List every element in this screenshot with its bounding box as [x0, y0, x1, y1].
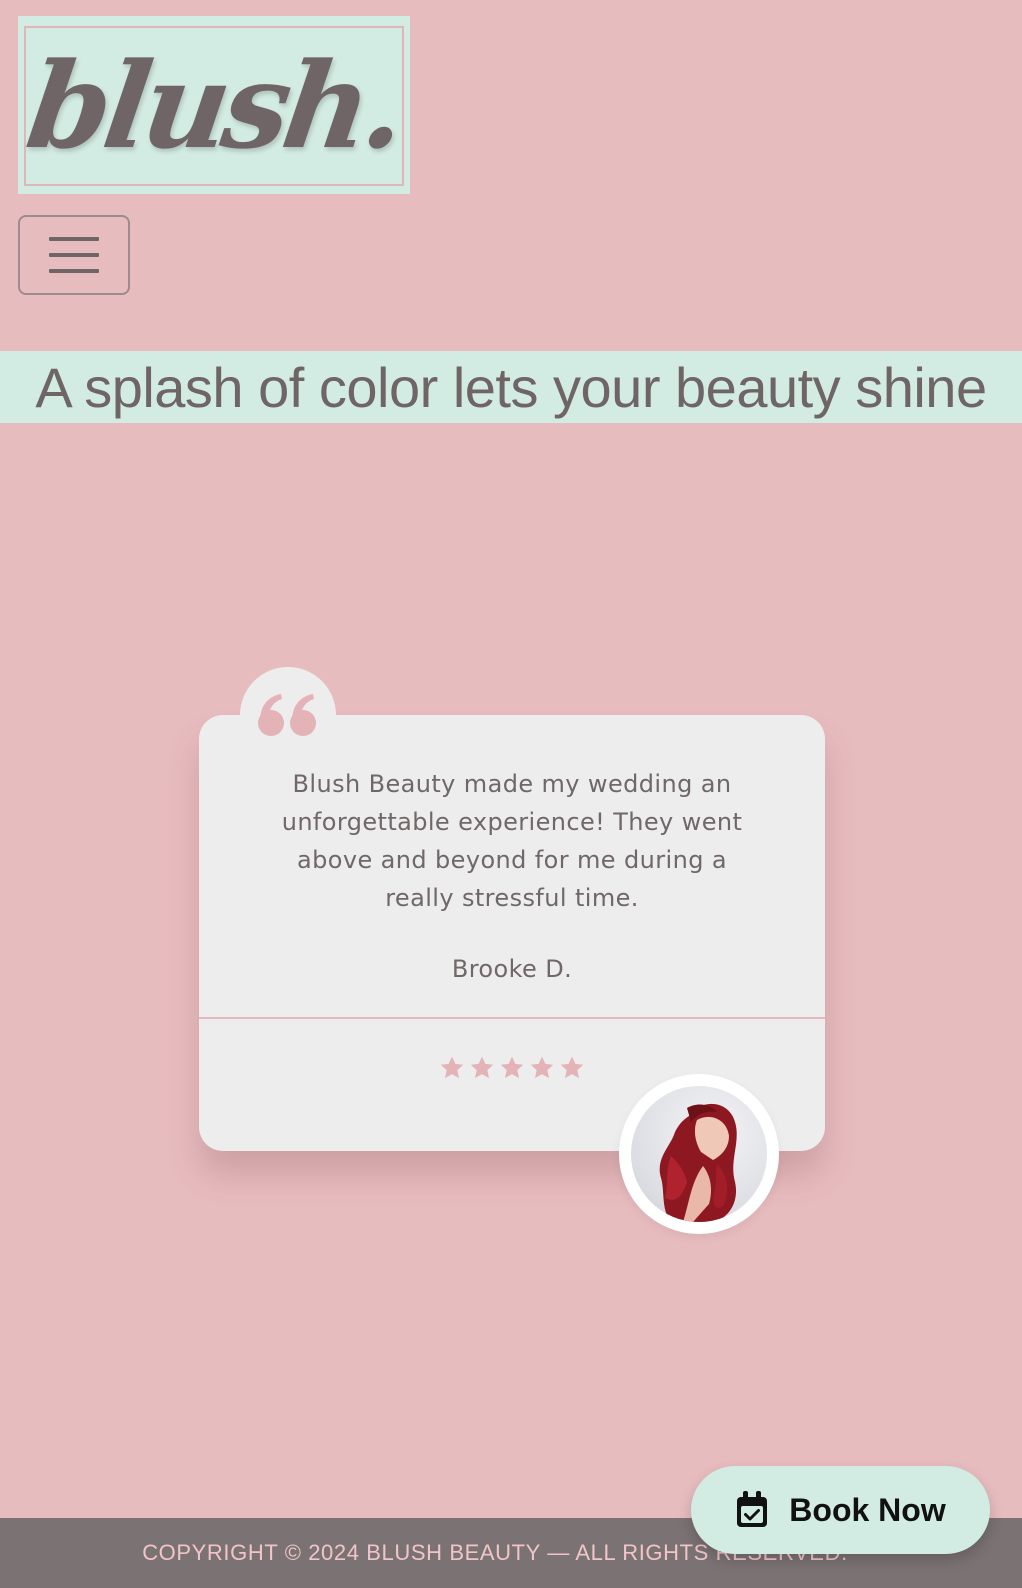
logo-frame: blush. [19, 26, 409, 186]
star-icon [440, 1056, 464, 1079]
brand-logo[interactable]: blush. [18, 16, 410, 194]
testimonial-text: Blush Beauty made my wedding an unforget… [281, 770, 743, 912]
hero-banner: A splash of color lets your beauty shine [0, 351, 1022, 423]
logo-text: blush. [19, 36, 410, 175]
book-now-button[interactable]: Book Now [691, 1466, 990, 1554]
star-rating [199, 1055, 825, 1081]
hamburger-icon [49, 237, 99, 273]
card-divider [199, 1017, 825, 1019]
book-now-label: Book Now [789, 1491, 946, 1528]
customer-photo [659, 1103, 737, 1222]
star-icon [530, 1056, 554, 1079]
menu-toggle-button[interactable] [18, 215, 130, 295]
customer-avatar-frame [619, 1074, 779, 1234]
testimonial-author: Brooke D. [451, 955, 573, 983]
star-icon [470, 1056, 494, 1079]
star-icon [560, 1056, 584, 1079]
page: blush. A splash of color lets your beaut… [0, 0, 1022, 1588]
quote-icon [258, 694, 316, 736]
hero-tagline: A splash of color lets your beauty shine [35, 355, 987, 419]
calendar-check-icon [737, 1491, 768, 1527]
quote-bubble [240, 667, 336, 763]
customer-avatar [631, 1086, 767, 1222]
star-icon [500, 1056, 524, 1079]
